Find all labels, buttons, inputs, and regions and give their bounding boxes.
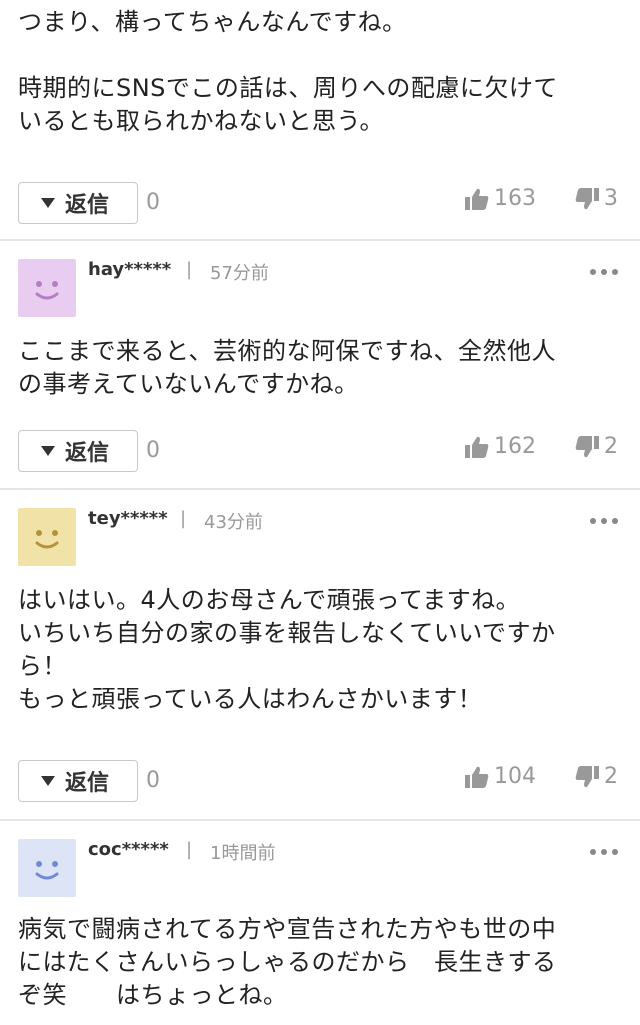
reply-button[interactable]: 返信 [18,430,138,472]
timestamp: 1時間前 [210,843,276,864]
like-count: 163 [494,186,536,211]
comment-body: ここまで来ると、芸術的な阿保ですね、全然他人 の事考えていないんですかね。 [18,337,557,398]
comment-header: hay***** | 57分前 [0,259,640,319]
avatar[interactable] [18,508,76,566]
comment-body: はいはい。4人のお母さんで頑張ってますね。 いちいち自分の家の事を報告しなくてい… [18,586,556,713]
triangle-down-icon [41,776,55,786]
comment-actions: 返信 0 162 2 [0,430,640,474]
header-separator: | [180,508,187,529]
dislike-button[interactable]: 2 [574,434,618,459]
reply-count: 0 [146,438,160,463]
reply-label: 返信 [65,193,110,218]
more-dots-icon[interactable] [590,849,618,855]
dislike-count: 2 [604,764,618,789]
smile-face-icon [35,861,59,880]
reply-count: 0 [146,190,160,215]
thumbs-up-icon [464,765,490,789]
avatar[interactable] [18,259,76,317]
comment-header: tey***** | 43分前 [0,508,640,568]
more-dots-icon[interactable] [590,518,618,524]
username[interactable]: tey***** [88,508,168,529]
thumbs-up-icon [464,435,490,459]
dislike-count: 2 [604,434,618,459]
dislike-button[interactable]: 2 [574,764,618,789]
like-button[interactable]: 104 [464,764,536,789]
more-dots-icon[interactable] [590,269,618,275]
username[interactable]: hay***** [88,259,171,280]
triangle-down-icon [41,446,55,456]
dislike-count: 3 [604,186,618,211]
thumbs-up-icon [464,187,490,211]
header-separator: | [186,259,193,280]
comment-1: hay***** | 57分前 ここまで来ると、芸術的な阿保ですね、全然他人 の… [0,241,640,489]
like-count: 162 [494,434,536,459]
smile-face-icon [35,530,59,549]
comment-actions: 返信 0 104 2 [0,760,640,804]
comment-2: tey***** | 43分前 はいはい。4人のお母さんで頑張ってますね。 いち… [0,490,640,820]
timestamp: 43分前 [204,512,263,533]
header-separator: | [186,839,193,860]
reply-count: 0 [146,768,160,793]
comment-body: つまり、構ってちゃんなんですね。 時期的にSNSでこの話は、周りへの配慮に欠けて… [18,8,558,135]
comment-body: 病気で闘病されてる方や宣告された方やも世の中 にはたくさんいらっしゃるのだから … [18,915,557,1009]
comment-3: coc***** | 1時間前 病気で闘病されてる方や宣告された方やも世の中 に… [0,821,640,1025]
timestamp: 57分前 [210,263,269,284]
thumbs-down-icon [574,765,600,789]
thumbs-down-icon [574,435,600,459]
like-count: 104 [494,764,536,789]
reply-button[interactable]: 返信 [18,182,138,224]
avatar[interactable] [18,839,76,897]
comment-actions: 返信 0 163 3 [0,182,640,226]
username[interactable]: coc***** [88,839,169,860]
reply-button[interactable]: 返信 [18,760,138,802]
like-button[interactable]: 162 [464,434,536,459]
comment-0: つまり、構ってちゃんなんですね。 時期的にSNSでこの話は、周りへの配慮に欠けて… [0,0,640,240]
like-button[interactable]: 163 [464,186,536,211]
dislike-button[interactable]: 3 [574,186,618,211]
reply-label: 返信 [65,771,110,796]
smile-face-icon [35,281,59,300]
reply-label: 返信 [65,441,110,466]
comment-header: coc***** | 1時間前 [0,839,640,899]
triangle-down-icon [41,198,55,208]
thumbs-down-icon [574,187,600,211]
